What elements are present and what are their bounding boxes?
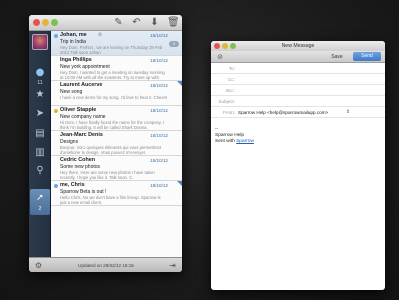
send-button[interactable]: Send	[353, 52, 381, 61]
account-avatar[interactable]	[32, 34, 48, 50]
logout-icon[interactable]: ⇥	[167, 260, 178, 271]
unread-dot	[54, 184, 58, 188]
inbox-badge: 11	[37, 80, 43, 86]
message-sender: Laurent Aucerve	[60, 82, 103, 88]
cc-field: Cc:	[211, 74, 385, 85]
zoom-window-button[interactable]	[51, 19, 58, 26]
new-message-window: New Message ⊘ Save Send To: Cc: Bcc: Sub…	[211, 41, 385, 290]
archive-icon[interactable]: ⬇	[149, 17, 160, 28]
window-title: New Message	[281, 43, 315, 49]
message-preview: Hey Dom, I wanted to get a meeting on tu…	[60, 70, 165, 80]
settings-icon[interactable]: ⚙	[33, 260, 44, 271]
message-row[interactable]: Inga Phillips 18/10/12 New york appointm…	[51, 56, 182, 81]
subject-input[interactable]	[238, 97, 378, 106]
from-select[interactable]: Sparrow Help <help@sparrowmailapp.com>	[238, 108, 344, 117]
thread-count: 3	[169, 41, 179, 47]
reply-icon[interactable]: ↶	[131, 17, 142, 28]
message-sender: Inga Phillips	[60, 57, 92, 63]
label-dot	[54, 109, 58, 113]
inbox-icon[interactable]: ●	[29, 67, 51, 79]
chevron-updown-icon[interactable]: ⇕	[345, 108, 351, 117]
attach-icon[interactable]: ⊘	[215, 52, 225, 62]
to-field: To:	[211, 63, 385, 74]
from-label: From:	[223, 110, 235, 115]
message-preview: Hey Dom, Perfect , we are leaving on Thu…	[60, 45, 163, 55]
bcc-field: Bcc:	[211, 85, 385, 96]
message-sender: me, Chris	[60, 182, 85, 188]
from-field: From: Sparrow Help <help@sparrowmailapp.…	[211, 107, 385, 118]
drafts-icon[interactable]: ▤	[29, 128, 51, 140]
trash-folder-icon[interactable]: ▥	[29, 147, 51, 159]
folder-icon: ➚	[36, 193, 44, 203]
bcc-label: Bcc:	[226, 88, 235, 93]
sparrow-window: ✎ ↶ ⬇ 🗑 ● 11 ★ ➤ ▤ ▥ ⚲ ➚ 2 Johan, me ⊘ 1…	[29, 15, 182, 272]
folder-count: 2	[38, 206, 42, 212]
sparrow-link[interactable]: Sparrow	[236, 139, 254, 144]
attachment-icon: ⊘	[97, 32, 103, 38]
compose-titlebar: New Message	[211, 41, 385, 51]
message-row[interactable]: me, Chris 18/10/12 Sparrow Beta is out !…	[51, 181, 182, 206]
to-input[interactable]	[238, 64, 378, 73]
sparrow-titlebar: ✎ ↶ ⬇ 🗑	[29, 15, 182, 31]
message-preview: Hello Chris, No we don't have a film lin…	[60, 195, 161, 205]
status-bar: ⚙ Updated on 28/02/12 18:15 ⇥	[29, 257, 182, 272]
message-row[interactable]: Johan, me ⊘ 18/10/12 Trip in India Hey D…	[51, 31, 182, 56]
compose-icon[interactable]: ✎	[113, 17, 124, 28]
message-date: 18/10/12	[150, 158, 168, 163]
message-date: 18/10/12	[150, 133, 168, 138]
star-icon[interactable]: ★	[29, 89, 51, 101]
close-window-button[interactable]	[33, 19, 40, 26]
sent-icon[interactable]: ➤	[29, 108, 51, 120]
bcc-input[interactable]	[238, 86, 378, 95]
trash-icon[interactable]: 🗑	[167, 17, 180, 28]
message-date: 18/10/12	[150, 33, 168, 38]
message-preview: I have a new demo for my song. I'd love …	[60, 95, 168, 100]
message-row[interactable]: Jean-Marc Denis 18/10/12 Designs Bonjour…	[51, 131, 182, 156]
message-row[interactable]: Oliver Stapple 18/10/12 New company name…	[51, 106, 182, 131]
message-list: Johan, me ⊘ 18/10/12 Trip in India Hey D…	[51, 31, 182, 257]
message-body[interactable]: -- Sparrow Help Sent with Sparrow	[215, 127, 381, 167]
unread-dot	[54, 34, 58, 38]
message-date: 18/10/12	[150, 183, 168, 188]
message-preview: Hey there, Here are some new photos I ha…	[60, 170, 155, 180]
message-date: 18/10/12	[150, 58, 168, 63]
flag-icon	[177, 181, 182, 186]
message-row[interactable]: Laurent Aucerve 18/10/12 New song I have…	[51, 81, 182, 106]
flag-icon	[177, 81, 182, 86]
to-label: To:	[228, 66, 235, 71]
sidebar-selected-folder[interactable]: ➚ 2	[30, 189, 50, 215]
subject-label: Subject:	[218, 99, 235, 104]
message-preview: Hi Dom, I have finally found the name fo…	[60, 120, 165, 130]
message-date: 18/10/12	[150, 83, 168, 88]
sent-with-line: Sent with Sparrow	[215, 139, 381, 145]
subject-field: Subject:	[211, 96, 385, 107]
cc-input[interactable]	[238, 75, 378, 84]
message-sender: Oliver Stapple	[60, 107, 97, 113]
message-preview: Bonjour, Voici quelques éléments qui vou…	[60, 145, 162, 155]
sent-with-text: Sent with	[215, 139, 235, 144]
search-icon[interactable]: ⚲	[29, 165, 51, 177]
message-sender: Jean-Marc Denis	[60, 132, 103, 138]
compose-toolbar: ⊘ Save Send	[211, 51, 385, 63]
message-sender: Cedric Cohen	[60, 157, 96, 163]
save-button[interactable]: Save	[326, 53, 348, 61]
sidebar: ● 11 ★ ➤ ▤ ▥ ⚲ ➚ 2	[29, 31, 51, 257]
update-status: Updated on 28/02/12 18:15	[78, 263, 134, 268]
message-date: 18/10/12	[150, 108, 168, 113]
minimize-window-button[interactable]	[42, 19, 49, 26]
cc-label: Cc:	[228, 77, 235, 82]
message-row[interactable]: Cedric Cohen 18/10/12 Some new photos He…	[51, 156, 182, 181]
